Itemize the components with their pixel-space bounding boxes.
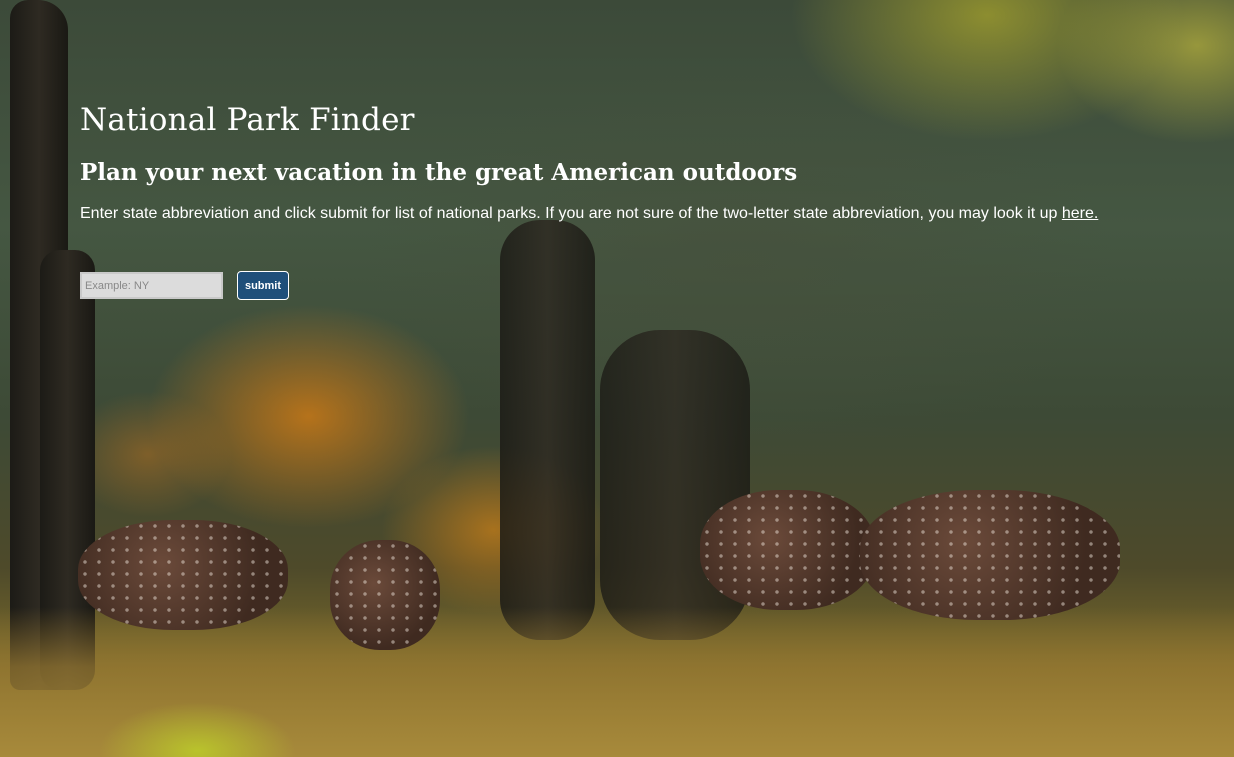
instructions-text: Enter state abbreviation and click submi… bbox=[80, 204, 1180, 224]
instructions-body: Enter state abbreviation and click submi… bbox=[80, 205, 1062, 222]
hero-content: National Park Finder Plan your next vaca… bbox=[80, 98, 1180, 300]
page-title: National Park Finder bbox=[80, 102, 415, 138]
deer-young bbox=[330, 540, 440, 650]
deer-stag bbox=[700, 490, 875, 610]
deer-grazing bbox=[78, 520, 288, 630]
page-subtitle: Plan your next vacation in the great Ame… bbox=[80, 159, 798, 186]
submit-button[interactable]: submit bbox=[237, 271, 289, 300]
deer-stag bbox=[860, 490, 1120, 620]
state-search-form: submit bbox=[80, 271, 1180, 300]
state-abbreviation-link[interactable]: here. bbox=[1062, 205, 1098, 222]
state-abbreviation-input[interactable] bbox=[80, 272, 223, 299]
